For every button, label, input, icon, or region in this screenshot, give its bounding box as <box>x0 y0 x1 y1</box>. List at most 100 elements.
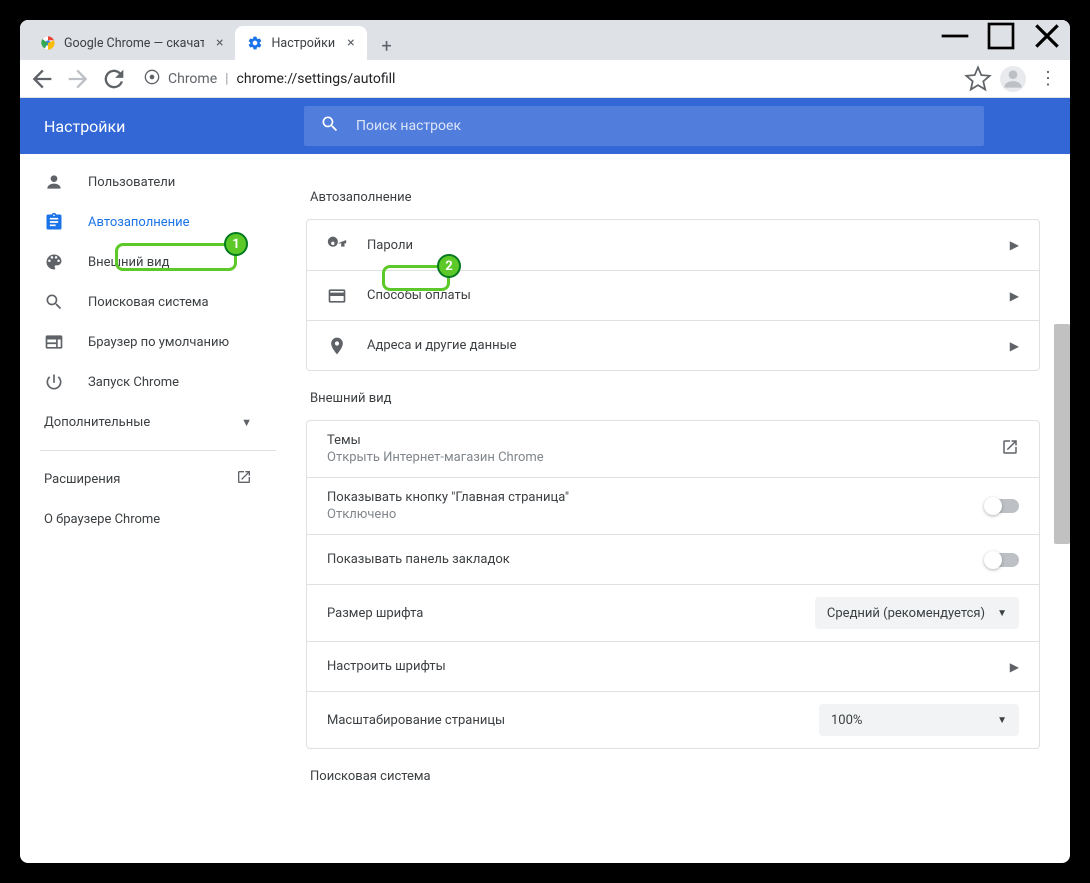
profile-avatar-button[interactable] <box>1000 66 1026 92</box>
sidebar-item-label: Автозаполнение <box>88 215 190 230</box>
sidebar-item-label: Запуск Chrome <box>88 375 179 390</box>
row-label: Способы оплаты <box>367 288 990 303</box>
section-title-search: Поисковая система <box>310 769 1040 784</box>
row-label: Масштабирование страницы <box>327 713 799 728</box>
open-external-icon <box>236 469 252 489</box>
autofill-card: Пароли ▶ Способы оплаты ▶ Адреса и други… <box>306 219 1040 371</box>
forward-button[interactable] <box>64 65 92 93</box>
search-icon <box>44 292 64 312</box>
tab-title: Google Chrome — скачать бесп <box>64 36 204 51</box>
sidebar-extensions-link[interactable]: Расширения <box>20 459 276 499</box>
kebab-menu-button[interactable]: ⋮ <box>1034 68 1062 89</box>
divider <box>40 450 276 451</box>
browser-window: Google Chrome — скачать бесп × Настройки… <box>20 20 1070 863</box>
chrome-favicon-icon <box>40 35 56 51</box>
toggle-home-button[interactable] <box>985 499 1019 513</box>
sidebar-item-autofill[interactable]: Автозаполнение <box>20 202 276 242</box>
credit-card-icon <box>327 286 347 306</box>
sidebar-item-search[interactable]: Поисковая система <box>20 282 276 322</box>
row-label: Пароли <box>367 238 990 253</box>
assignment-icon <box>44 212 64 232</box>
open-external-icon <box>1001 438 1019 460</box>
close-window-button[interactable] <box>1024 20 1070 52</box>
row-text-block: Показывать кнопку "Главная страница" Отк… <box>327 490 965 522</box>
tab-active[interactable]: Настройки × <box>235 26 366 60</box>
chevron-right-icon: ▶ <box>1010 289 1019 303</box>
sidebar-about-link[interactable]: О браузере Chrome <box>20 499 276 539</box>
web-icon <box>44 332 64 352</box>
appearance-card: Темы Открыть Интернет-магазин Chrome Пок… <box>306 420 1040 749</box>
row-bookmarks-bar: Показывать панель закладок <box>307 534 1039 584</box>
toggle-bookmarks-bar[interactable] <box>985 553 1019 567</box>
row-customize-fonts[interactable]: Настроить шрифты ▶ <box>307 641 1039 691</box>
chevron-right-icon: ▶ <box>1010 660 1019 674</box>
search-settings-box[interactable] <box>304 106 984 146</box>
search-icon <box>320 114 340 138</box>
settings-header: Настройки <box>20 98 1070 154</box>
sidebar-item-label: Поисковая система <box>88 295 209 310</box>
row-label: Настроить шрифты <box>327 659 990 674</box>
sidebar-item-label: Внешний вид <box>88 255 170 270</box>
sidebar-advanced-toggle[interactable]: Дополнительные ▼ <box>20 402 276 442</box>
tab-strip: Google Chrome — скачать бесп × Настройки… <box>20 20 932 60</box>
address-bar[interactable]: Chrome | chrome://settings/autofill <box>136 69 956 89</box>
tab-title: Настройки <box>271 36 335 51</box>
chevron-right-icon: ▶ <box>1010 339 1019 353</box>
chevron-down-icon: ▼ <box>241 416 252 429</box>
key-icon <box>327 235 347 255</box>
row-label: Показывать панель закладок <box>327 552 965 567</box>
chevron-right-icon: ▶ <box>1010 238 1019 252</box>
sidebar: Пользователи Автозаполнение Внешний вид … <box>20 154 276 863</box>
content-area: Настройки Пользователи Автозаполнение Вн… <box>20 98 1070 863</box>
close-icon[interactable]: × <box>216 35 223 51</box>
titlebar: Google Chrome — скачать бесп × Настройки… <box>20 20 1070 60</box>
scrollbar-thumb[interactable] <box>1054 324 1070 544</box>
row-label: Размер шрифта <box>327 606 795 621</box>
person-icon <box>44 172 64 192</box>
sidebar-about-label: О браузере Chrome <box>44 512 160 527</box>
chevron-down-icon: ▼ <box>997 608 1007 619</box>
section-title-appearance: Внешний вид <box>310 391 1040 406</box>
sidebar-item-default-browser[interactable]: Браузер по умолчанию <box>20 322 276 362</box>
sidebar-item-label: Пользователи <box>88 175 175 190</box>
maximize-button[interactable] <box>978 20 1024 52</box>
row-text-block: Темы Открыть Интернет-магазин Chrome <box>327 433 981 465</box>
row-sublabel: Открыть Интернет-магазин Chrome <box>327 450 981 465</box>
main-panel: Автозаполнение Пароли ▶ Способы оплаты ▶ <box>276 154 1070 863</box>
row-font-size: Размер шрифта Средний (рекомендуется) ▼ <box>307 584 1039 641</box>
power-icon <box>44 372 64 392</box>
dropdown-font-size[interactable]: Средний (рекомендуется) ▼ <box>815 597 1019 629</box>
row-payment-methods[interactable]: Способы оплаты ▶ <box>307 270 1039 320</box>
tab-inactive[interactable]: Google Chrome — скачать бесп × <box>28 26 235 60</box>
url-text: chrome://settings/autofill <box>237 71 396 87</box>
search-input[interactable] <box>356 118 968 134</box>
page-title: Настройки <box>44 117 304 136</box>
row-home-button: Показывать кнопку "Главная страница" Отк… <box>307 477 1039 534</box>
row-addresses[interactable]: Адреса и другие данные ▶ <box>307 320 1039 370</box>
row-label: Адреса и другие данные <box>367 338 990 353</box>
sidebar-item-startup[interactable]: Запуск Chrome <box>20 362 276 402</box>
minimize-button[interactable] <box>932 20 978 52</box>
dropdown-value: 100% <box>831 713 862 728</box>
row-label: Темы <box>327 433 981 448</box>
section-title-autofill: Автозаполнение <box>310 190 1040 205</box>
reload-button[interactable] <box>100 65 128 93</box>
sidebar-item-appearance[interactable]: Внешний вид <box>20 242 276 282</box>
chevron-down-icon: ▼ <box>997 715 1007 726</box>
bookmark-star-button[interactable] <box>964 65 992 93</box>
row-sublabel: Отключено <box>327 507 965 522</box>
palette-icon <box>44 252 64 272</box>
row-themes[interactable]: Темы Открыть Интернет-магазин Chrome <box>307 421 1039 477</box>
dropdown-page-zoom[interactable]: 100% ▼ <box>819 704 1019 736</box>
settings-body: Пользователи Автозаполнение Внешний вид … <box>20 154 1070 863</box>
row-label: Показывать кнопку "Главная страница" <box>327 490 965 505</box>
row-passwords[interactable]: Пароли ▶ <box>307 220 1039 270</box>
window-controls <box>932 20 1070 60</box>
url-scheme: Chrome <box>168 71 217 87</box>
close-icon[interactable]: × <box>347 35 354 51</box>
row-page-zoom: Масштабирование страницы 100% ▼ <box>307 691 1039 748</box>
sidebar-advanced-label: Дополнительные <box>44 415 150 430</box>
new-tab-button[interactable]: + <box>373 32 401 60</box>
back-button[interactable] <box>28 65 56 93</box>
sidebar-item-people[interactable]: Пользователи <box>20 162 276 202</box>
